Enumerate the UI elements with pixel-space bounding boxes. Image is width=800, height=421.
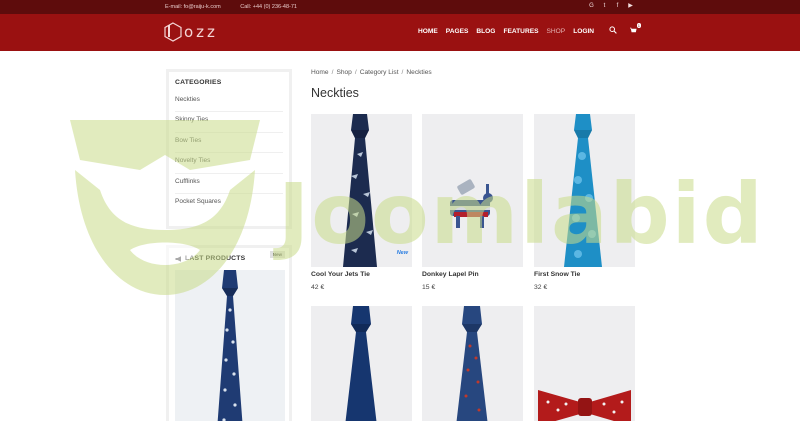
product-name[interactable]: Donkey Lapel Pin (422, 271, 523, 278)
new-tag-badge: New (269, 251, 285, 258)
categories-panel: CATEGORIES Neckties Skinny Ties Bow Ties… (166, 69, 292, 229)
email-text: E-mail: fo@raiju-k.com (165, 4, 221, 10)
nav-features[interactable]: FEATURES (503, 28, 538, 35)
product-price: 42 € (311, 284, 325, 291)
product-image[interactable] (534, 306, 635, 421)
product-image[interactable] (311, 306, 412, 421)
product-price: 15 € (422, 284, 436, 291)
breadcrumb-shop[interactable]: Shop (336, 69, 351, 76)
category-item-cufflinks[interactable]: Cufflinks (175, 174, 283, 194)
phone-text: Call: +44 (0) 236-48-71 (240, 4, 297, 10)
nav-home[interactable]: HOME (418, 28, 438, 35)
last-products-panel: LAST PRODUCTS New (166, 245, 292, 421)
twitter-icon[interactable]: t (601, 2, 608, 11)
nav-shop[interactable]: SHOP (547, 28, 566, 35)
last-product-image[interactable] (175, 270, 285, 421)
nav-blog[interactable]: BLOG (476, 28, 495, 35)
product-image[interactable] (422, 306, 523, 421)
breadcrumb-current: Neckties (406, 69, 432, 76)
nav-pages[interactable]: PAGES (446, 28, 469, 35)
logo-hexagon-icon (164, 22, 182, 42)
product-image[interactable] (534, 114, 635, 267)
new-badge: New (396, 250, 408, 256)
product-card[interactable]: New Cool Your Jets Tie 42 € (311, 114, 412, 291)
contact-info: E-mail: fo@raiju-k.com Call: +44 (0) 236… (165, 4, 315, 10)
logo-text: ozz (184, 23, 218, 41)
main-nav: HOME PAGES BLOG FEATURES SHOP LOGIN (418, 28, 594, 35)
category-item-bow-ties[interactable]: Bow Ties (175, 133, 283, 154)
product-card[interactable] (422, 306, 523, 421)
breadcrumb-category-list[interactable]: Category List (360, 69, 399, 76)
product-card[interactable]: First Snow Tie 32 € (534, 114, 635, 291)
product-name[interactable]: First Snow Tie (534, 271, 635, 278)
site-logo[interactable]: ozz (164, 21, 218, 43)
categories-title: CATEGORIES (175, 79, 222, 86)
facebook-icon[interactable]: f (614, 2, 621, 11)
cart-count-badge: 1 (636, 23, 641, 28)
page-title: Neckties (311, 86, 359, 100)
breadcrumb-home[interactable]: Home (311, 69, 329, 76)
category-item-neckties[interactable]: Neckties (175, 92, 283, 113)
site-header: ozz HOME PAGES BLOG FEATURES SHOP LOGIN … (0, 14, 800, 51)
category-item-pocket-squares[interactable]: Pocket Squares (175, 194, 283, 214)
category-item-skinny-ties[interactable]: Skinny Ties (175, 112, 283, 133)
last-products-title: LAST PRODUCTS (185, 255, 246, 262)
category-list: Neckties Skinny Ties Bow Ties Novelty Ti… (169, 86, 289, 214)
product-name[interactable]: Cool Your Jets Tie (311, 271, 412, 278)
category-item-novelty-ties[interactable]: Novelty Ties (175, 153, 283, 174)
product-price: 32 € (534, 284, 548, 291)
cart-icon[interactable]: 1 (629, 23, 641, 34)
top-bar: E-mail: fo@raiju-k.com Call: +44 (0) 236… (0, 0, 800, 14)
product-card[interactable] (311, 306, 412, 421)
nav-login[interactable]: LOGIN (573, 28, 594, 35)
youtube-icon[interactable]: ▶ (627, 2, 634, 11)
google-icon[interactable]: G (588, 2, 595, 11)
social-links: G t f ▶ (588, 2, 634, 11)
search-icon[interactable] (609, 26, 617, 34)
product-card[interactable]: Donkey Lapel Pin 15 € (422, 114, 523, 291)
header-icons: 1 (609, 23, 641, 34)
product-card[interactable] (534, 306, 635, 421)
breadcrumb: Home / Shop / Category List / Neckties (311, 69, 432, 76)
megaphone-icon (175, 255, 182, 262)
product-image[interactable] (422, 114, 523, 267)
product-image[interactable]: New (311, 114, 412, 267)
